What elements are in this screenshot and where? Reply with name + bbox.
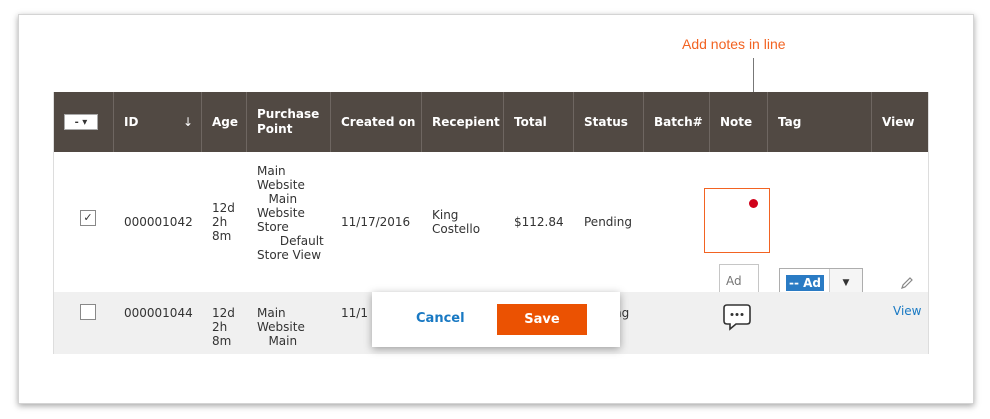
header-id[interactable]: ID ↓ xyxy=(114,92,202,152)
created-on: 11/1 xyxy=(341,306,368,320)
row-select-cell: ✓ xyxy=(72,210,96,226)
header-tag[interactable]: Tag xyxy=(768,92,872,152)
grid-header: - ▾ ID ↓ Age Purchase Point Created on R… xyxy=(54,92,928,152)
recipient: King Costello xyxy=(432,208,481,236)
row-checkbox[interactable]: ✓ xyxy=(80,210,96,226)
purchase-point: Main Website Main xyxy=(257,306,305,348)
header-age[interactable]: Age xyxy=(202,92,247,152)
header-created-on[interactable]: Created on xyxy=(331,92,422,152)
order-id: 000001042 xyxy=(124,215,193,229)
mass-select-dropdown[interactable]: - ▾ xyxy=(64,114,98,130)
chat-bubble-icon[interactable] xyxy=(722,302,752,332)
header-total[interactable]: Total xyxy=(504,92,574,152)
header-view[interactable]: View xyxy=(872,92,928,152)
row-select-cell xyxy=(72,304,96,320)
note-highlight-box xyxy=(704,188,770,253)
header-id-label: ID xyxy=(124,114,139,129)
view-link[interactable]: View xyxy=(893,304,921,318)
table-row: ✓ 000001042 12d 2h 8m Main Website Main … xyxy=(54,152,928,298)
inline-edit-popup: Cancel Save xyxy=(372,292,620,347)
header-note[interactable]: Note xyxy=(710,92,768,152)
cancel-button[interactable]: Cancel xyxy=(416,304,465,334)
tag-selected-value: -- Ad xyxy=(786,275,825,291)
header-purchase-point[interactable]: Purchase Point xyxy=(247,92,331,152)
row-checkbox[interactable] xyxy=(80,304,96,320)
header-status[interactable]: Status xyxy=(574,92,644,152)
order-status: Pending xyxy=(584,215,632,229)
created-on: 11/17/2016 xyxy=(341,215,411,229)
sort-down-icon[interactable]: ↓ xyxy=(183,115,193,130)
order-age: 12d 2h 8m xyxy=(212,306,235,348)
pencil-icon[interactable] xyxy=(900,276,914,290)
header-mass-select[interactable]: - ▾ xyxy=(54,92,114,152)
order-age: 12d 2h 8m xyxy=(212,201,235,243)
annotation-pointer-dot xyxy=(749,199,758,208)
header-recipient[interactable]: Recepient xyxy=(422,92,504,152)
annotation-label: Add notes in line xyxy=(682,36,786,52)
header-batch[interactable]: Batch# xyxy=(644,92,710,152)
order-total: $112.84 xyxy=(514,215,564,229)
order-id: 000001044 xyxy=(124,306,193,320)
purchase-point: Main Website Main Website Store Default … xyxy=(257,164,324,262)
save-button[interactable]: Save xyxy=(497,304,587,335)
